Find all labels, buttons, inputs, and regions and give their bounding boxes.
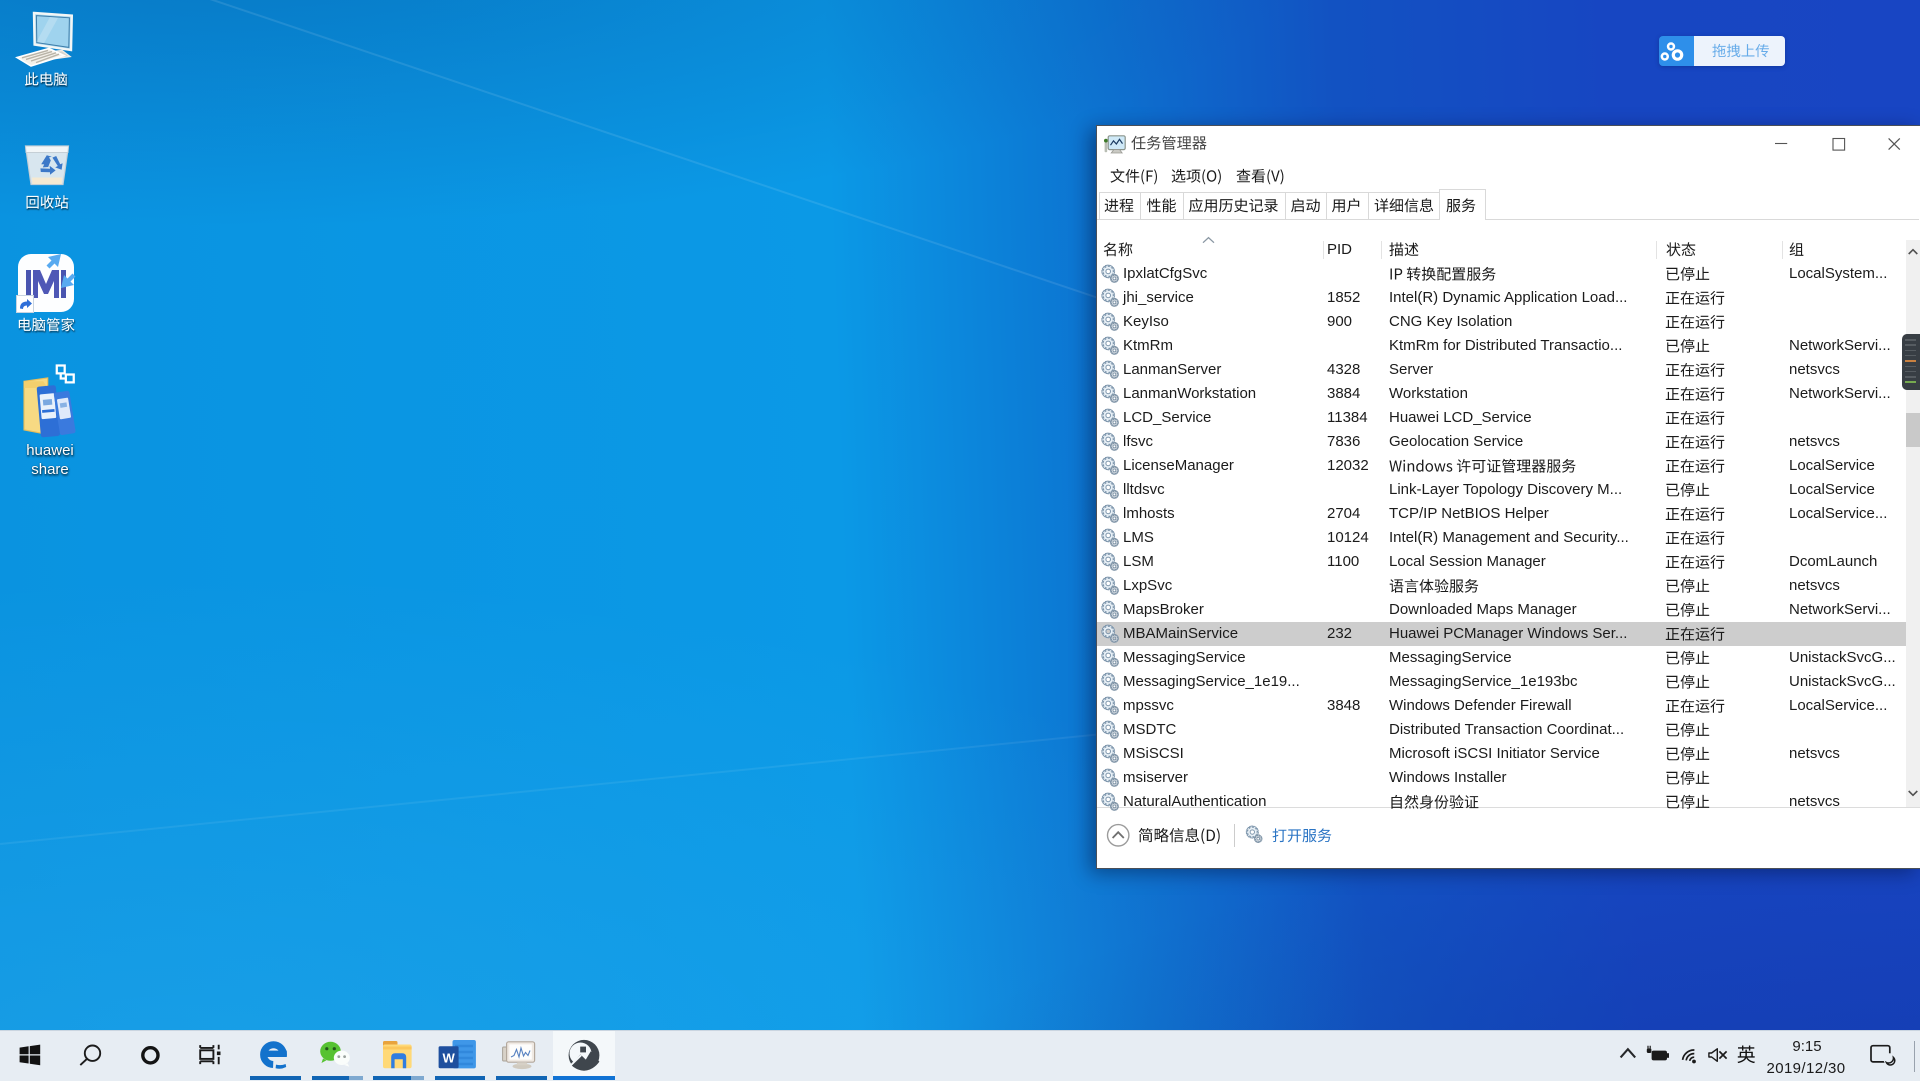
svg-text:W: W [442,1051,455,1066]
